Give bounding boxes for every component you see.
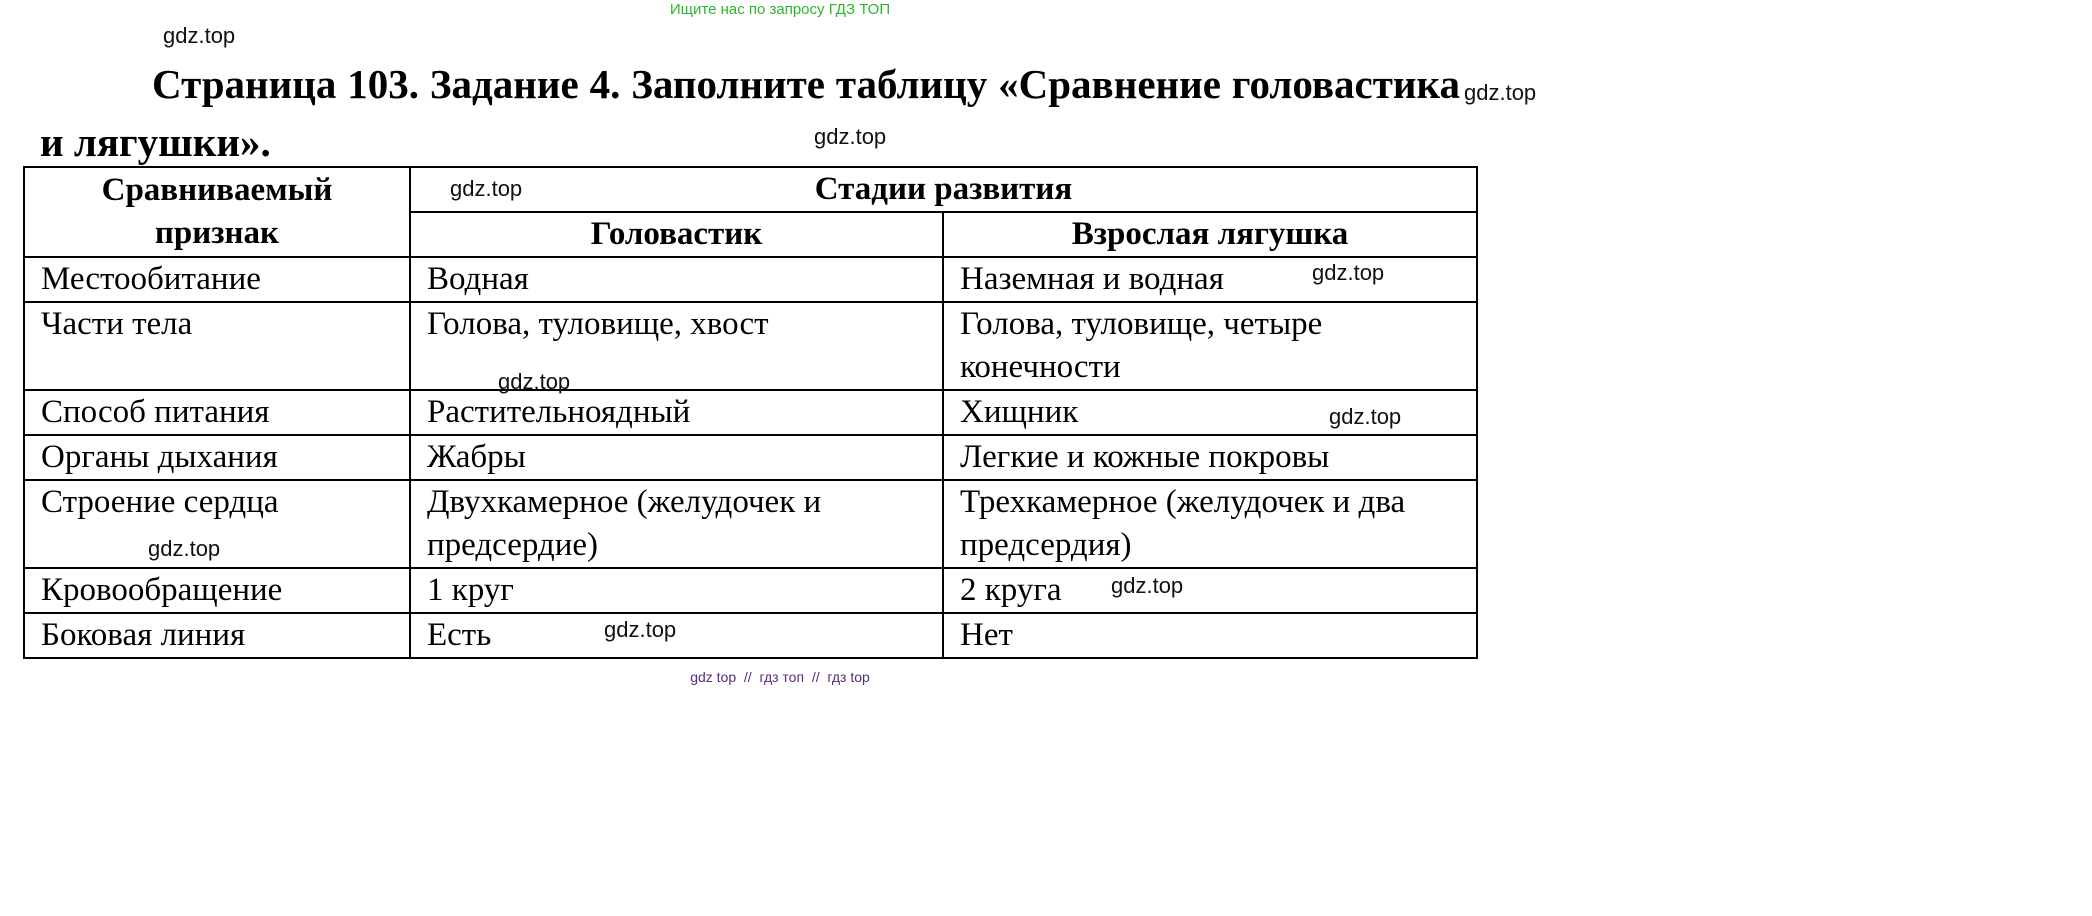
row-feature: Местообитание [23,256,411,303]
watermark: gdz.top [148,536,221,561]
watermark: gdz.top [163,23,236,48]
header-frog: Взрослая лягушка [941,211,1479,258]
row-frog: Нет [941,612,1479,659]
table-row: Способ питания Растительноядный Хищник [23,389,1479,436]
row-tadpole: Двухкамерное (желудочек и предсердие) [409,479,944,569]
row-tadpole: Растительноядный [409,389,944,436]
bottom-watermark: gdz top // гдз топ // гдз top [690,669,870,685]
row-tadpole: Водная [409,256,944,303]
row-feature: Кровообращение [23,567,411,614]
search-banner[interactable]: Ищите нас по запросу ГДЗ ТОП [0,0,1560,20]
row-tadpole: Есть [409,612,944,659]
watermark: gdz.top [604,617,677,642]
row-feature: Органы дыхания [23,434,411,481]
row-frog: Наземная и водная [941,256,1479,303]
table-row: Местообитание Водная Наземная и водная [23,256,1479,303]
row-frog: Легкие и кожные покровы [941,434,1479,481]
comparison-table: Сравниваемый признак Стадии развития Гол… [23,166,1479,659]
watermark: gdz.top [1329,404,1402,429]
row-tadpole: Голова, туловище, хвост [409,301,944,391]
row-frog: Голова, туловище, четыре конечности [941,301,1479,391]
table-row: Строение сердца Двухкамерное (желудочек … [23,479,1479,569]
watermark: gdz.top [498,369,571,394]
row-feature: Части тела [23,301,411,391]
watermark: gdz.top [450,176,523,201]
watermark: gdz.top [1312,260,1385,285]
table-header-row: Сравниваемый признак Стадии развития [23,166,1479,258]
table-row: Кровообращение 1 круг 2 круга [23,567,1479,614]
row-feature: Способ питания [23,389,411,436]
table-row: Части тела Голова, туловище, хвост Голов… [23,301,1479,391]
watermark: gdz.top [1464,80,1537,105]
table-row: Боковая линия Есть Нет [23,612,1479,659]
row-feature: Боковая линия [23,612,411,659]
header-stages: Стадии развития [408,166,1479,213]
row-tadpole: 1 круг [409,567,944,614]
header-tadpole: Головастик [409,211,944,258]
page-title: Страница 103. Задание 4. Заполните табли… [40,61,1460,165]
row-tadpole: Жабры [409,434,944,481]
row-frog: 2 круга [941,567,1479,614]
table-row: Органы дыхания Жабры Легкие и кожные пок… [23,434,1479,481]
header-feature: Сравниваемый признак [23,166,411,258]
watermark: gdz.top [1111,573,1184,598]
row-frog: Трехкамерное (желудочек и два предсердия… [941,479,1479,569]
